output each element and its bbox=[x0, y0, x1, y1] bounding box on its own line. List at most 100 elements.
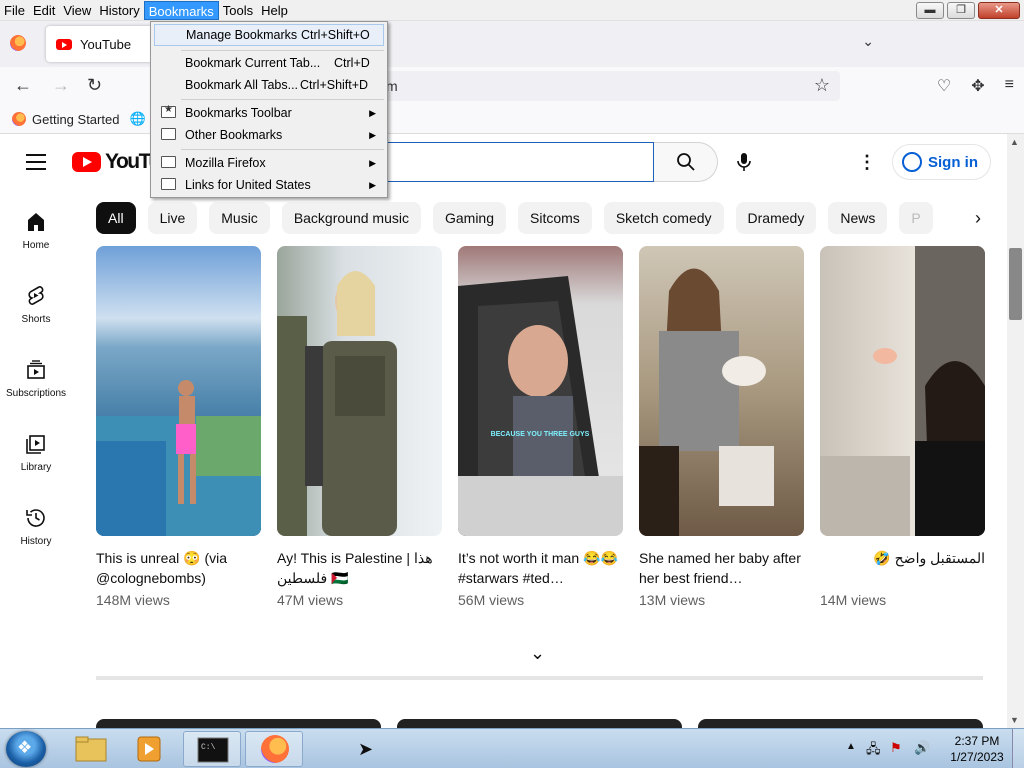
menu-item-other-bookmarks[interactable]: Other Bookmarks ▶ bbox=[154, 124, 384, 146]
menu-item-bookmarks-toolbar[interactable]: Bookmarks Toolbar ▶ bbox=[154, 102, 384, 124]
short-item[interactable]: BECAUSE YOU THREE GUYS It’s not worth it… bbox=[458, 246, 623, 608]
chip-dramedy[interactable]: Dramedy bbox=[735, 202, 817, 234]
chip-background-music[interactable]: Background music bbox=[281, 202, 421, 234]
short-thumbnail[interactable]: BECAUSE YOU THREE GUYS bbox=[458, 246, 623, 536]
short-views: 13M views bbox=[639, 592, 706, 608]
short-thumbnail[interactable] bbox=[820, 246, 985, 536]
menu-view[interactable]: View bbox=[59, 1, 95, 20]
bookmarks-menu: Manage Bookmarks Ctrl+Shift+O Bookmark C… bbox=[150, 21, 388, 198]
short-title[interactable]: This is unreal 😳 (via @colognebombs) bbox=[96, 548, 261, 588]
start-button[interactable] bbox=[6, 731, 46, 767]
sidebar-item-home[interactable]: Home bbox=[0, 190, 72, 264]
close-button[interactable]: ✕ bbox=[978, 2, 1020, 19]
short-item[interactable]: المستقبل واضح 🤣 14M views bbox=[820, 246, 985, 608]
pocket-icon[interactable]: ♡ bbox=[937, 76, 951, 96]
short-title[interactable]: Ay! This is Palestine | هذا فلسطين 🇵🇸 bbox=[277, 548, 442, 588]
sign-in-button[interactable]: Sign in bbox=[892, 144, 991, 180]
action-center-icon[interactable]: ⚑ bbox=[890, 740, 902, 756]
video-thumbnail[interactable] bbox=[96, 719, 381, 728]
hamburger-menu-icon[interactable] bbox=[26, 154, 46, 175]
menu-item-manage-bookmarks[interactable]: Manage Bookmarks Ctrl+Shift+O bbox=[154, 24, 384, 46]
chip-live[interactable]: Live bbox=[147, 202, 198, 234]
taskbar-media-player[interactable] bbox=[122, 731, 180, 767]
show-more-chevron-icon[interactable]: ⌄ bbox=[530, 643, 545, 664]
category-chips: All Live Music Background music Gaming S… bbox=[96, 202, 996, 234]
reload-icon[interactable]: ↻ bbox=[87, 75, 102, 96]
taskbar-explorer[interactable] bbox=[62, 731, 120, 767]
restore-button[interactable]: ❐ bbox=[947, 2, 975, 19]
short-thumbnail[interactable] bbox=[639, 246, 804, 536]
sidebar-item-subscriptions[interactable]: Subscriptions bbox=[0, 338, 72, 412]
short-thumbnail[interactable] bbox=[96, 246, 261, 536]
chip-music[interactable]: Music bbox=[209, 202, 270, 234]
chip-sitcoms[interactable]: Sitcoms bbox=[518, 202, 592, 234]
sidebar-label: Library bbox=[20, 462, 52, 473]
scroll-down-arrow-icon[interactable]: ▼ bbox=[1010, 715, 1019, 725]
chip-all[interactable]: All bbox=[96, 202, 136, 234]
menu-item-bookmark-all-tabs[interactable]: Bookmark All Tabs... Ctrl+Shift+D bbox=[154, 74, 384, 96]
menu-item-mozilla-firefox[interactable]: Mozilla Firefox ▶ bbox=[154, 152, 384, 174]
back-arrow-icon[interactable]: ← bbox=[14, 75, 32, 96]
menu-bookmarks[interactable]: Bookmarks bbox=[143, 0, 219, 20]
menu-item-links-for-united-states[interactable]: Links for United States ▶ bbox=[154, 174, 384, 196]
youtube-play-icon bbox=[72, 152, 101, 172]
minimize-button[interactable]: ▬ bbox=[916, 2, 944, 19]
microphone-icon[interactable] bbox=[736, 152, 752, 175]
tab-title: YouTube bbox=[80, 36, 132, 52]
history-icon bbox=[26, 509, 45, 527]
more-options-icon[interactable]: ⋮ bbox=[858, 152, 876, 173]
search-input[interactable] bbox=[384, 142, 654, 182]
extensions-icon[interactable]: ✥ bbox=[971, 76, 984, 96]
short-item[interactable]: She named her baby after her best friend… bbox=[639, 246, 804, 608]
chip-partial[interactable]: P bbox=[899, 202, 933, 234]
page-scrollbar[interactable]: ▲ ▼ bbox=[1007, 134, 1024, 728]
search-button[interactable] bbox=[654, 142, 718, 182]
short-title[interactable]: It’s not worth it man 😂😂 #starwars #ted… bbox=[458, 548, 623, 588]
show-hidden-icons-icon[interactable]: ▲ bbox=[846, 741, 856, 752]
short-item[interactable]: Ay! This is Palestine | هذا فلسطين 🇵🇸 47… bbox=[277, 246, 442, 608]
menu-tools[interactable]: Tools bbox=[219, 1, 257, 20]
bookmark-star-icon[interactable]: ☆ bbox=[814, 75, 830, 96]
chip-sketch-comedy[interactable]: Sketch comedy bbox=[603, 202, 724, 234]
chip-news[interactable]: News bbox=[828, 202, 888, 234]
taskbar-firefox[interactable] bbox=[245, 731, 303, 767]
folder-icon bbox=[75, 736, 107, 762]
network-icon[interactable]: 🖧 bbox=[866, 740, 881, 762]
forward-arrow-icon[interactable]: → bbox=[52, 75, 70, 96]
media-player-icon bbox=[137, 736, 161, 762]
video-thumbnail[interactable] bbox=[698, 719, 983, 728]
toolbar-right: ♡ ✥ ≡ bbox=[937, 76, 1014, 96]
menu-item-label: Mozilla Firefox bbox=[185, 156, 266, 170]
short-title[interactable]: المستقبل واضح 🤣 bbox=[820, 548, 985, 588]
menu-file[interactable]: File bbox=[0, 1, 29, 20]
user-circle-icon bbox=[902, 152, 922, 172]
sidebar-label: Shorts bbox=[21, 314, 51, 325]
chip-gaming[interactable]: Gaming bbox=[432, 202, 507, 234]
short-item[interactable]: This is unreal 😳 (via @colognebombs) 148… bbox=[96, 246, 261, 608]
menu-help[interactable]: Help bbox=[257, 1, 292, 20]
list-all-tabs-chevron-icon[interactable]: ⌄ bbox=[862, 33, 874, 50]
menu-edit[interactable]: Edit bbox=[29, 1, 59, 20]
home-icon bbox=[28, 213, 44, 231]
video-thumbnail[interactable] bbox=[397, 719, 682, 728]
scroll-up-arrow-icon[interactable]: ▲ bbox=[1010, 137, 1019, 147]
bookmark-getting-started[interactable]: Getting Started bbox=[12, 112, 119, 127]
scrollbar-thumb[interactable] bbox=[1009, 248, 1022, 320]
short-thumbnail[interactable] bbox=[277, 246, 442, 536]
sidebar-item-shorts[interactable]: Shorts bbox=[0, 264, 72, 338]
menu-item-bookmark-current-tab[interactable]: Bookmark Current Tab... Ctrl+D bbox=[154, 52, 384, 74]
chips-next-chevron-icon[interactable]: › bbox=[962, 202, 994, 234]
menu-separator bbox=[181, 149, 384, 150]
system-clock[interactable]: 2:37 PM 1/27/2023 bbox=[947, 733, 1007, 765]
app-menu-icon[interactable]: ≡ bbox=[1005, 76, 1014, 96]
volume-icon[interactable]: 🔊 bbox=[914, 740, 930, 756]
sidebar-item-library[interactable]: Library bbox=[0, 412, 72, 486]
show-desktop-button[interactable] bbox=[1012, 729, 1024, 768]
firefox-view-icon[interactable] bbox=[10, 35, 28, 53]
taskbar-command-prompt[interactable]: C:\ bbox=[183, 731, 241, 767]
menu-item-label: Other Bookmarks bbox=[185, 128, 283, 142]
sidebar-item-history[interactable]: History bbox=[0, 486, 72, 560]
menu-history[interactable]: History bbox=[95, 1, 143, 20]
menu-bar: File Edit View History Bookmarks Tools H… bbox=[0, 0, 1024, 21]
short-title[interactable]: She named her baby after her best friend… bbox=[639, 548, 804, 588]
